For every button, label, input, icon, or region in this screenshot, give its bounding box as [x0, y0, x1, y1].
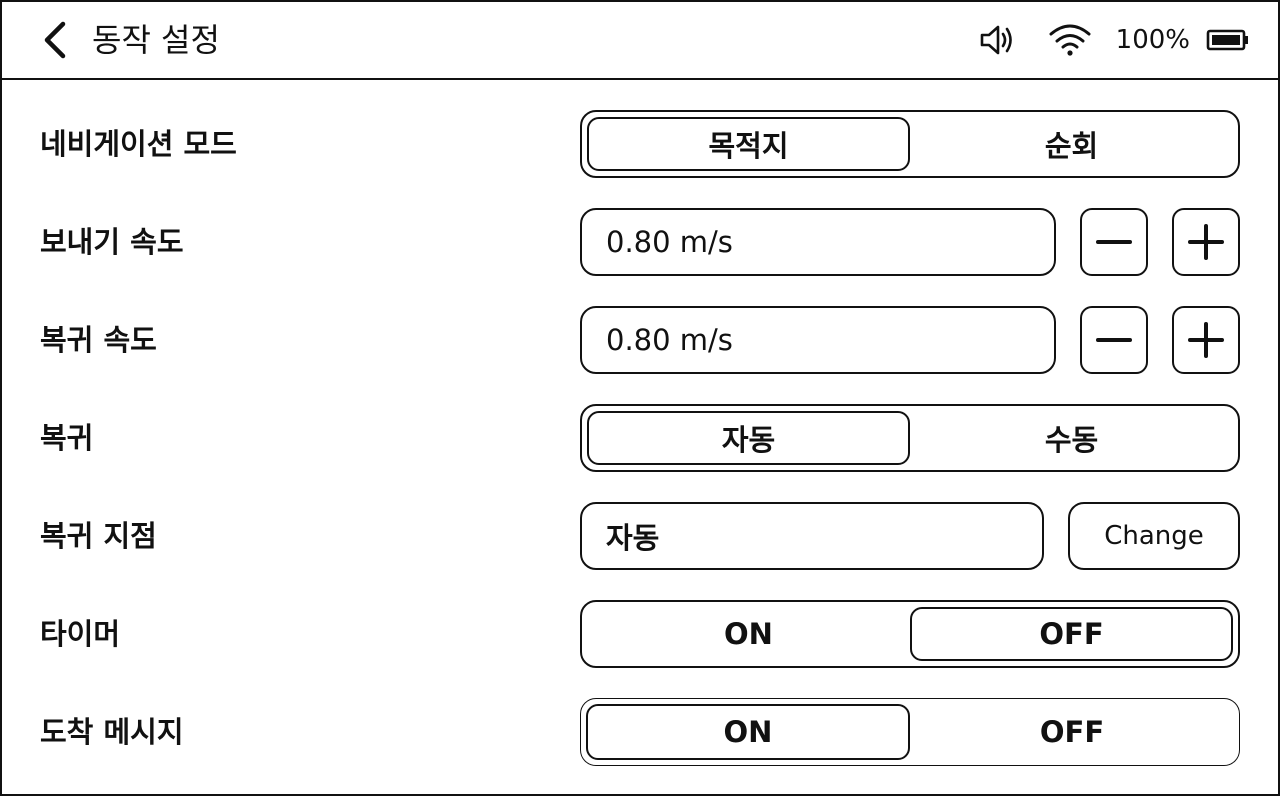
return-mode-toggle: 자동 수동 — [580, 404, 1240, 472]
return-mode-label: 복귀 — [40, 421, 94, 455]
timer-off-option[interactable]: OFF — [910, 607, 1233, 661]
return-mode-row: 복귀 자동 수동 — [0, 404, 1280, 472]
return-speed-row: 복귀 속도 0.80 m/s — [0, 306, 1280, 374]
navigation-mode-patrol-option[interactable]: 순회 — [910, 117, 1233, 171]
speaker-icon[interactable] — [978, 20, 1018, 60]
battery-percent: 100% — [1115, 25, 1190, 55]
status-bar: 100% — [978, 20, 1250, 60]
plus-icon — [1188, 224, 1224, 260]
timer-on-option[interactable]: ON — [587, 607, 910, 661]
arrival-message-on-option[interactable]: ON — [586, 704, 910, 760]
page-title: 동작 설정 — [92, 21, 220, 59]
navigation-mode-destination-option[interactable]: 목적지 — [587, 117, 910, 171]
return-mode-auto-option[interactable]: 자동 — [587, 411, 910, 465]
timer-label: 타이머 — [40, 617, 121, 651]
return-speed-increment-button[interactable] — [1172, 306, 1240, 374]
navigation-mode-toggle: 목적지 순회 — [580, 110, 1240, 178]
send-speed-field[interactable]: 0.80 m/s — [580, 208, 1056, 276]
wifi-icon — [1048, 20, 1092, 60]
return-point-label: 복귀 지점 — [40, 519, 157, 553]
return-speed-field[interactable]: 0.80 m/s — [580, 306, 1056, 374]
send-speed-increment-button[interactable] — [1172, 208, 1240, 276]
arrival-message-row: 도착 메시지 ON OFF — [0, 698, 1280, 766]
back-arrow-icon[interactable] — [36, 20, 76, 60]
send-speed-decrement-button[interactable] — [1080, 208, 1148, 276]
return-point-row: 복귀 지점 자동 Change — [0, 502, 1280, 570]
arrival-message-toggle: ON OFF — [580, 698, 1240, 766]
navigation-mode-row: 네비게이션 모드 목적지 순회 — [0, 110, 1280, 178]
minus-icon — [1096, 338, 1132, 342]
minus-icon — [1096, 240, 1132, 244]
return-point-field: 자동 — [580, 502, 1044, 570]
send-speed-label: 보내기 속도 — [40, 225, 184, 259]
change-return-point-button[interactable]: Change — [1068, 502, 1240, 570]
timer-row: 타이머 ON OFF — [0, 600, 1280, 668]
return-mode-manual-option[interactable]: 수동 — [910, 411, 1233, 465]
arrival-message-off-option[interactable]: OFF — [910, 704, 1234, 760]
header-bar: 동작 설정 100% — [0, 0, 1280, 80]
timer-toggle: ON OFF — [580, 600, 1240, 668]
navigation-mode-label: 네비게이션 모드 — [40, 127, 237, 161]
send-speed-row: 보내기 속도 0.80 m/s — [0, 208, 1280, 276]
battery-icon — [1206, 20, 1250, 60]
arrival-message-label: 도착 메시지 — [40, 715, 184, 749]
plus-icon — [1188, 322, 1224, 358]
return-speed-label: 복귀 속도 — [40, 323, 157, 357]
return-speed-decrement-button[interactable] — [1080, 306, 1148, 374]
